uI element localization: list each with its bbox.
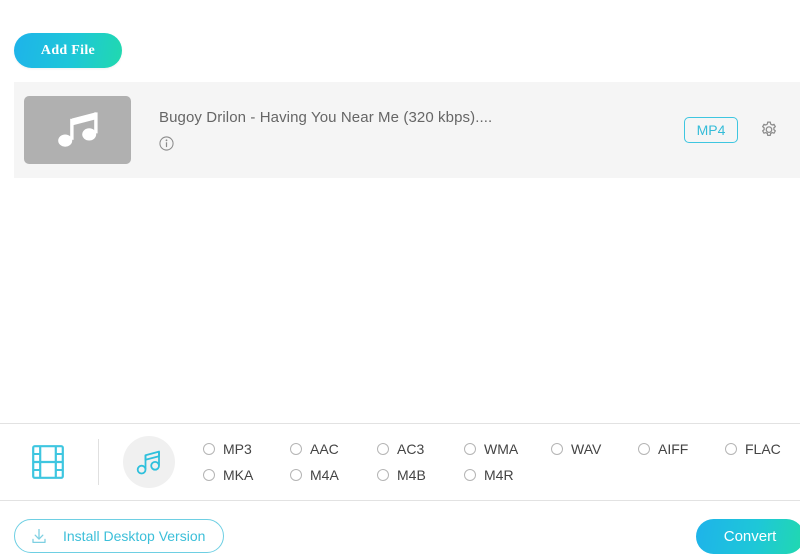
format-option-flac[interactable]: FLAC (725, 441, 800, 457)
output-format-badge[interactable]: MP4 (684, 117, 738, 143)
radio-icon[interactable] (464, 469, 476, 481)
format-label: FLAC (745, 441, 781, 457)
format-label: M4R (484, 467, 514, 483)
add-file-button[interactable]: Add File (14, 33, 122, 68)
file-title: Bugoy Drilon - Having You Near Me (320 k… (159, 109, 493, 126)
format-option-mp3[interactable]: MP3 (203, 441, 290, 457)
convert-label: Convert (723, 528, 777, 545)
tab-divider (98, 439, 99, 485)
radio-icon[interactable] (725, 443, 737, 455)
install-desktop-version-button[interactable]: Install Desktop Version (14, 519, 225, 553)
format-label: MKA (223, 467, 254, 483)
format-option-wav[interactable]: WAV (551, 441, 638, 457)
format-label: WAV (571, 441, 602, 457)
format-label: WMA (484, 441, 519, 457)
radio-icon[interactable] (203, 469, 215, 481)
format-label: M4B (397, 467, 426, 483)
file-thumbnail (24, 96, 131, 164)
format-label: M4A (310, 467, 339, 483)
format-option-mka[interactable]: MKA (203, 467, 290, 483)
music-note-icon (57, 112, 98, 147)
file-actions: MP4 (684, 117, 780, 143)
format-label: AIFF (658, 441, 689, 457)
convert-button[interactable]: Convert (696, 519, 800, 554)
format-option-m4r[interactable]: M4R (464, 467, 551, 483)
download-icon (32, 529, 46, 544)
radio-icon[interactable] (551, 443, 563, 455)
radio-icon[interactable] (638, 443, 650, 455)
format-option-wma[interactable]: WMA (464, 441, 551, 457)
install-label: Install Desktop Version (63, 528, 206, 544)
format-option-aiff[interactable]: AIFF (638, 441, 725, 457)
format-option-aac[interactable]: AAC (290, 441, 377, 457)
converter-app: Add File Bugoy Drilon - Having You Near … (0, 0, 800, 558)
radio-icon[interactable] (377, 443, 389, 455)
radio-icon[interactable] (377, 469, 389, 481)
format-options: MP3 AAC AC3 WMA WAV AIFF FLAC MKA M4A M4… (203, 436, 800, 488)
music-note-icon (136, 450, 160, 475)
radio-icon[interactable] (203, 443, 215, 455)
film-strip-icon (32, 445, 64, 479)
bottom-action-bar: Install Desktop Version Convert (0, 500, 800, 558)
top-toolbar: Add File (0, 0, 800, 82)
file-details: Bugoy Drilon - Having You Near Me (320 k… (159, 109, 684, 151)
format-option-ac3[interactable]: AC3 (377, 441, 464, 457)
radio-icon[interactable] (290, 469, 302, 481)
add-file-label: Add File (40, 42, 96, 58)
info-icon[interactable] (159, 136, 174, 151)
file-list-item[interactable]: Bugoy Drilon - Having You Near Me (320 k… (14, 82, 800, 178)
tab-audio[interactable] (123, 436, 175, 488)
settings-button[interactable] (758, 119, 780, 141)
format-selection-bar: MP3 AAC AC3 WMA WAV AIFF FLAC MKA M4A M4… (0, 423, 800, 500)
gear-icon (762, 121, 776, 136)
format-option-m4b[interactable]: M4B (377, 467, 464, 483)
tab-video[interactable] (24, 438, 72, 486)
format-label: AAC (310, 441, 339, 457)
format-label: MP3 (223, 441, 252, 457)
file-list: Bugoy Drilon - Having You Near Me (320 k… (0, 82, 800, 423)
radio-icon[interactable] (464, 443, 476, 455)
radio-icon[interactable] (290, 443, 302, 455)
format-option-m4a[interactable]: M4A (290, 467, 377, 483)
format-label: AC3 (397, 441, 425, 457)
